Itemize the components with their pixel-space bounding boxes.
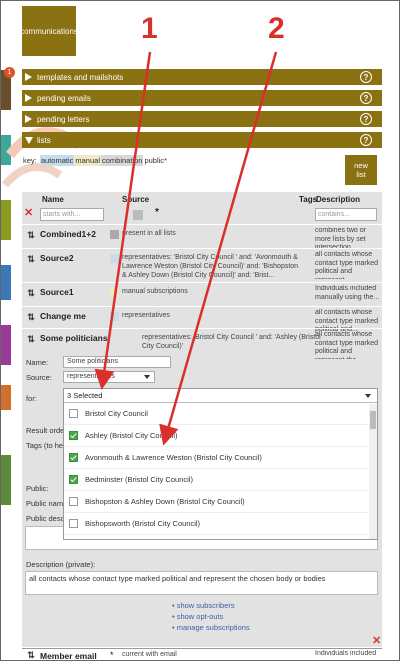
annotation-label-1: 1 bbox=[141, 12, 158, 45]
arrow-2 bbox=[159, 51, 278, 446]
arrow-1 bbox=[94, 51, 152, 390]
annotation-label-2: 2 bbox=[268, 12, 285, 45]
annotation-arrows bbox=[94, 51, 278, 446]
